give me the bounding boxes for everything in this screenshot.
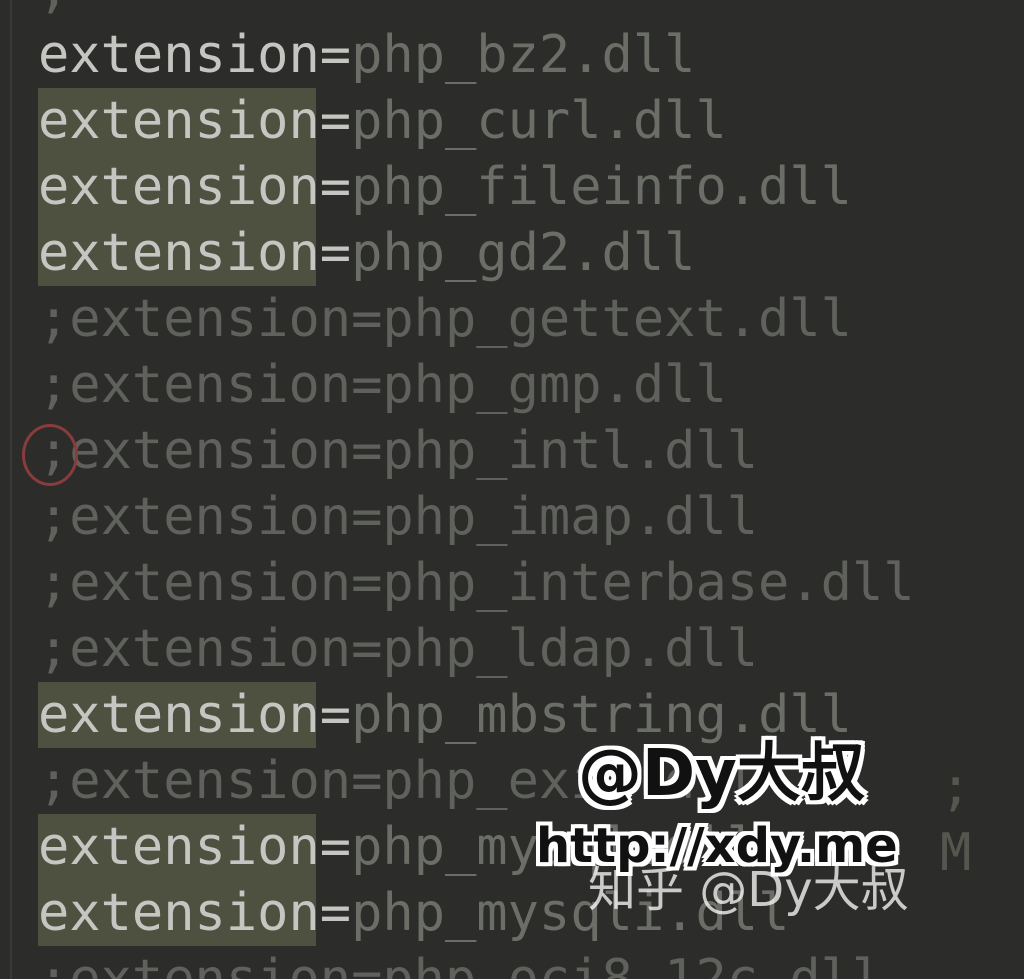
equals-sign: =	[319, 685, 352, 745]
directive-key: extension	[38, 223, 320, 283]
watermark-url: http://xdy.me	[536, 818, 898, 874]
directive-value: php_bz2.dll	[351, 25, 696, 85]
code-line[interactable]: ;extension=php_gmp.dll	[38, 352, 915, 418]
directive-key: extension	[38, 685, 320, 745]
directive: extension=php_gd2.dll	[38, 223, 695, 283]
equals-sign: =	[319, 817, 352, 877]
code-line[interactable]: extension=php_gd2.dll	[38, 220, 915, 286]
directive-key: extension	[38, 91, 320, 151]
directive: extension=php_bz2.dll	[38, 25, 695, 85]
code-line[interactable]: extension=php_bz2.dll	[38, 22, 915, 88]
directive-key: extension	[38, 883, 320, 943]
directive-key: extension	[38, 817, 320, 877]
partial-line-top: ;	[38, 0, 69, 22]
equals-sign: =	[319, 883, 352, 943]
commented-directive: ;extension=php_imap.dll	[38, 487, 759, 547]
watermark-handle: @Dy大叔	[578, 737, 865, 811]
equals-sign: =	[319, 25, 352, 85]
code-line[interactable]: ;extension=php_gettext.dll	[38, 286, 915, 352]
commented-directive: ;extension=php_gmp.dll	[38, 355, 727, 415]
code-editor[interactable]: ; extension=php_bz2.dllextension=php_cur…	[0, 0, 1024, 979]
code-line[interactable]: extension=php_fileinfo.dll	[38, 154, 915, 220]
directive-value: php_gd2.dll	[351, 223, 696, 283]
directive-key: extension	[38, 25, 320, 85]
directive-key: extension	[38, 157, 320, 217]
equals-sign: =	[319, 91, 352, 151]
directive-value: php_curl.dll	[351, 91, 727, 151]
code-line[interactable]: ;extension=php_ldap.dll	[38, 616, 915, 682]
code-line[interactable]: ;extension=php_intl.dll	[38, 418, 915, 484]
code-line[interactable]: ;extension=php_interbase.dll	[38, 550, 915, 616]
code-line[interactable]: extension=php_curl.dll	[38, 88, 915, 154]
inline-comment-fragment: ; M	[940, 757, 972, 883]
commented-directive: ;extension=php_gettext.dll	[38, 289, 852, 349]
editor-gutter	[10, 0, 12, 979]
cursor-marker-circle	[22, 424, 78, 486]
partial-line-bottom: ;extension=php_oci8_12c.dll	[38, 949, 884, 979]
code-line[interactable]: ;extension=php_imap.dll	[38, 484, 915, 550]
directive-value: php_fileinfo.dll	[351, 157, 852, 217]
commented-directive: ;extension=php_intl.dll	[38, 421, 759, 481]
commented-directive: ;extension=php_ldap.dll	[38, 619, 759, 679]
commented-directive: ;extension=php_interbase.dll	[38, 553, 915, 613]
equals-sign: =	[319, 223, 352, 283]
equals-sign: =	[319, 157, 352, 217]
directive: extension=php_fileinfo.dll	[38, 157, 852, 217]
directive: extension=php_curl.dll	[38, 91, 727, 151]
